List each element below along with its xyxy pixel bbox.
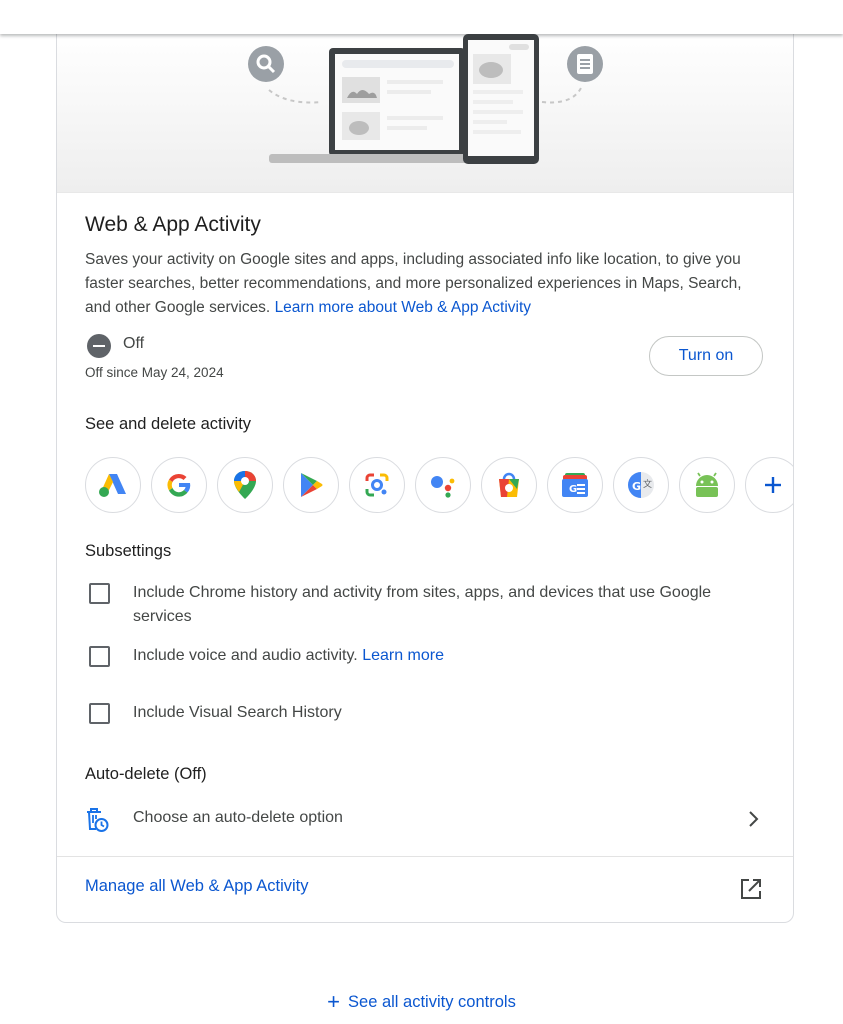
svg-text:G: G (632, 480, 641, 493)
see-all-label: See all activity controls (348, 993, 516, 1011)
plus-icon[interactable] (745, 457, 793, 513)
google-icon[interactable] (151, 457, 207, 513)
paused-status-icon (87, 334, 111, 358)
open-in-new-icon[interactable] (739, 877, 763, 906)
manage-activity-link[interactable]: Manage all Web & App Activity (85, 877, 308, 896)
google-lens-icon[interactable] (349, 457, 405, 513)
voice-audio-checkbox[interactable] (89, 646, 110, 667)
auto-delete-heading: Auto-delete (Off) (85, 765, 207, 783)
activity-description: Saves your activity on Google sites and … (85, 248, 765, 320)
page-title: Web & App Activity (85, 213, 261, 236)
status-text: Off (123, 335, 145, 352)
google-ads-icon[interactable] (85, 457, 141, 513)
svg-text:G: G (569, 484, 577, 495)
auto-delete-option[interactable]: Choose an auto-delete option (133, 809, 343, 827)
divider (57, 856, 793, 857)
plus-icon: + (327, 989, 341, 1014)
google-shopping-icon[interactable] (481, 457, 537, 513)
google-translate-icon[interactable]: G 文 (613, 457, 669, 513)
status-since: Off since May 24, 2024 (85, 365, 224, 380)
visual-search-checkbox[interactable] (89, 703, 110, 724)
voice-learn-more-link[interactable]: Learn more (362, 647, 444, 664)
google-play-icon[interactable] (283, 457, 339, 513)
chrome-history-label: Include Chrome history and activity from… (133, 584, 712, 625)
learn-more-web-app-link[interactable]: Learn more about Web & App Activity (275, 299, 531, 316)
app-icon-row: G G 文 (85, 457, 793, 513)
see-all-controls-link[interactable]: + See all activity controls (0, 989, 843, 1015)
chrome-history-checkbox[interactable] (89, 583, 110, 604)
subsettings-heading: Subsettings (85, 542, 172, 560)
devices-illustration (248, 34, 603, 164)
auto-delete-icon (84, 807, 110, 838)
svg-text:文: 文 (643, 478, 652, 490)
top-bar (0, 0, 843, 34)
android-icon[interactable] (679, 457, 735, 513)
see-delete-heading: See and delete activity (85, 415, 252, 433)
google-maps-icon[interactable] (217, 457, 273, 513)
google-assistant-icon[interactable] (415, 457, 471, 513)
hero-illustration (57, 30, 793, 193)
voice-audio-label-wrap: Include voice and audio activity. Learn … (133, 644, 753, 668)
voice-audio-label: Include voice and audio activity. (133, 647, 358, 664)
web-app-activity-card: Web & App Activity Saves your activity o… (56, 30, 794, 923)
turn-on-button[interactable]: Turn on (649, 336, 763, 376)
visual-search-label: Include Visual Search History (133, 704, 342, 721)
google-news-icon[interactable]: G (547, 457, 603, 513)
chevron-right-icon[interactable] (743, 809, 763, 834)
